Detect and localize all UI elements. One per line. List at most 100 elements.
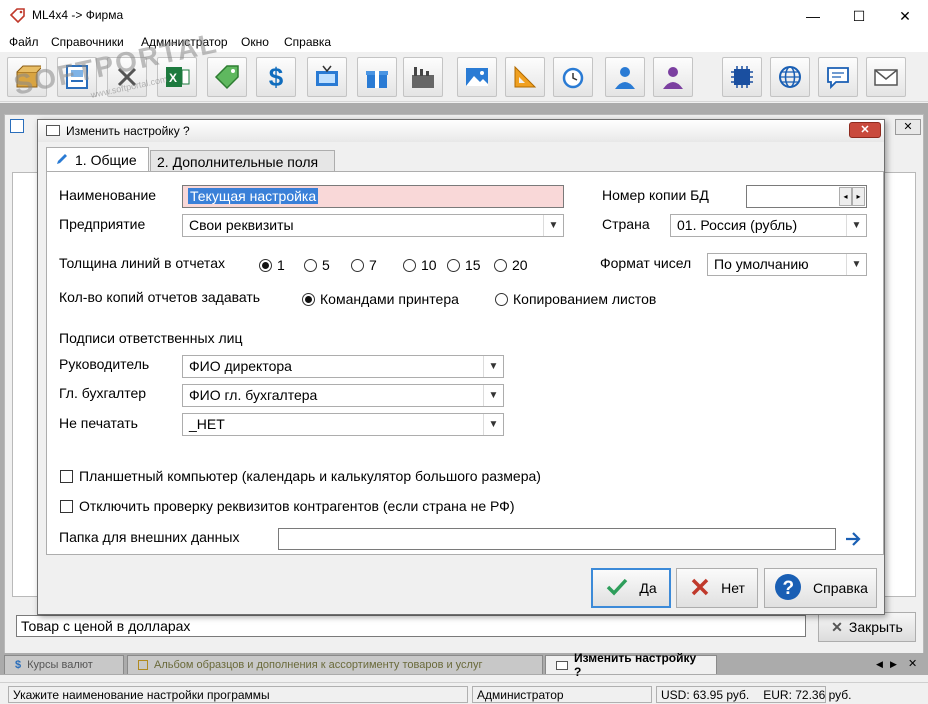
dollar-icon[interactable]: $ — [256, 57, 296, 97]
mdi-tab-bar: $ Курсы валют Альбом образцов и дополнени… — [0, 651, 928, 679]
chevron-down-icon: ▼ — [846, 215, 866, 236]
background-close-icon[interactable]: ✕ — [895, 119, 921, 135]
spin-right-icon[interactable]: ▸ — [852, 187, 865, 206]
director-select[interactable]: ФИО директора ▼ — [182, 355, 504, 378]
name-label: Наименование — [59, 187, 157, 203]
ok-button-label: Да — [639, 580, 657, 596]
chevron-down-icon: ▼ — [846, 254, 866, 275]
folder-input[interactable] — [278, 528, 836, 550]
check-icon — [605, 577, 629, 600]
factory-icon[interactable] — [403, 57, 443, 97]
help-button[interactable]: ? Справка — [764, 568, 877, 608]
ok-button[interactable]: Да — [591, 568, 671, 608]
window-close-button[interactable]: ✕ — [882, 0, 928, 32]
menu-references[interactable]: Справочники — [51, 35, 124, 49]
eur-rate: EUR: 72.36 руб. — [763, 688, 852, 702]
spin-left-icon[interactable]: ◂ — [839, 187, 852, 206]
line-width-radio-5[interactable]: 5 — [304, 257, 330, 273]
db-copy-spinner[interactable]: ◂ ▸ — [839, 187, 865, 206]
line-width-radio-15[interactable]: 15 — [447, 257, 481, 273]
minimize-button[interactable]: — — [790, 0, 836, 32]
tab-scroll-left-icon[interactable]: ◀ — [876, 659, 883, 670]
gift-icon[interactable] — [357, 57, 397, 97]
dialog-titlebar: Изменить настройку ? ✕ — [38, 120, 884, 142]
line-width-label: Толщина линий в отчетах — [59, 255, 225, 271]
background-window-icon — [10, 119, 24, 133]
copies-label: Кол-во копий отчетов задавать — [59, 289, 261, 305]
chip-icon[interactable] — [722, 57, 762, 97]
cross-icon — [689, 576, 711, 601]
dialog-title: Изменить настройку ? — [66, 124, 190, 138]
director-label: Руководитель — [59, 356, 150, 372]
mail-icon[interactable] — [866, 57, 906, 97]
copies-radio-printer[interactable]: Командами принтера — [302, 291, 459, 307]
status-rates: USD: 63.95 руб. EUR: 72.36 руб. — [656, 686, 852, 703]
chevron-down-icon: ▼ — [483, 356, 503, 377]
noprint-select[interactable]: _НЕТ ▼ — [182, 413, 504, 436]
man-icon[interactable] — [605, 57, 645, 97]
tab-extra-fields[interactable]: 2. Дополнительные поля — [150, 150, 335, 172]
arrow-right-icon[interactable] — [844, 530, 864, 548]
dialog-window-icon — [556, 660, 568, 670]
globe-icon[interactable] — [770, 57, 810, 97]
chevron-down-icon: ▼ — [483, 385, 503, 406]
pencil-icon — [55, 152, 69, 169]
mdi-tab-album[interactable]: Альбом образцов и дополнения к ассортиме… — [127, 655, 543, 674]
dollar-icon: $ — [15, 659, 22, 671]
dialog-close-button[interactable]: ✕ — [849, 122, 881, 138]
status-user: Администратор — [472, 686, 652, 703]
tablet-checkbox[interactable]: Планшетный компьютер (календарь и кальку… — [60, 468, 541, 484]
tab-general[interactable]: 1. Общие — [46, 147, 149, 172]
name-input[interactable]: Текущая настройка — [182, 185, 564, 208]
status-bar: Укажите наименование настройки программы… — [0, 682, 928, 704]
chevron-down-icon: ▼ — [543, 215, 563, 236]
landscape-icon[interactable] — [457, 57, 497, 97]
menu-file[interactable]: Файл — [9, 35, 39, 49]
number-format-select[interactable]: По умолчанию ▼ — [707, 253, 867, 276]
line-width-radio-10[interactable]: 10 — [403, 257, 437, 273]
close-x-icon: ✕ — [831, 618, 843, 635]
verify-checkbox[interactable]: Отключить проверку реквизитов контрагент… — [60, 498, 514, 514]
chevron-down-icon: ▼ — [483, 414, 503, 435]
db-copy-label: Номер копии БД — [602, 187, 709, 203]
tab-general-label: 1. Общие — [75, 152, 137, 168]
menu-window[interactable]: Окно — [241, 35, 269, 49]
window-title: ML4x4 -> Фирма — [32, 8, 124, 22]
general-tab-panel: Наименование Текущая настройка Номер коп… — [46, 171, 884, 555]
country-label: Страна — [602, 216, 650, 232]
country-select[interactable]: 01. Россия (рубль) ▼ — [670, 214, 867, 237]
mdi-tab-currency[interactable]: $ Курсы валют — [4, 655, 124, 674]
chat-icon[interactable] — [818, 57, 858, 97]
company-label: Предприятие — [59, 216, 146, 232]
number-format-label: Формат чисел — [600, 255, 692, 271]
tv-icon[interactable] — [307, 57, 347, 97]
usd-rate: USD: 63.95 руб. — [661, 688, 750, 702]
tab-close-icon[interactable]: ✕ — [908, 657, 917, 670]
folder-label: Папка для внешних данных — [59, 529, 240, 545]
status-hint: Укажите наименование настройки программы — [8, 686, 468, 703]
mdi-tab-settings[interactable]: Изменить настройку ? — [545, 651, 717, 679]
accountant-select[interactable]: ФИО гл. бухгалтера ▼ — [182, 384, 504, 407]
accountant-label: Гл. бухгалтер — [59, 385, 147, 401]
company-select[interactable]: Свои реквизиты ▼ — [182, 214, 564, 237]
alarm-clock-icon[interactable] — [553, 57, 593, 97]
close-button-label: Закрыть — [848, 619, 903, 635]
noprint-label: Не печатать — [59, 415, 138, 431]
close-button[interactable]: ✕ Закрыть — [818, 612, 916, 642]
ruler-icon[interactable] — [505, 57, 545, 97]
product-input[interactable]: Товар с ценой в долларах — [16, 615, 806, 637]
no-button[interactable]: Нет — [676, 568, 758, 608]
signatures-heading: Подписи ответственных лиц — [59, 330, 243, 346]
line-width-radio-7[interactable]: 7 — [351, 257, 377, 273]
woman-icon[interactable] — [653, 57, 693, 97]
help-button-label: Справка — [813, 580, 868, 596]
help-circle-icon: ? — [773, 572, 803, 605]
menu-help[interactable]: Справка — [284, 35, 331, 49]
copies-radio-sheets[interactable]: Копированием листов — [495, 291, 656, 307]
line-width-radio-20[interactable]: 20 — [494, 257, 528, 273]
maximize-button[interactable]: ☐ — [836, 0, 882, 32]
window-titlebar: ML4x4 -> Фирма — ☐ ✕ — [0, 0, 928, 32]
app-tag-icon — [9, 8, 25, 24]
tab-scroll-right-icon[interactable]: ▶ — [890, 659, 897, 670]
line-width-radio-1[interactable]: 1 — [259, 257, 285, 273]
